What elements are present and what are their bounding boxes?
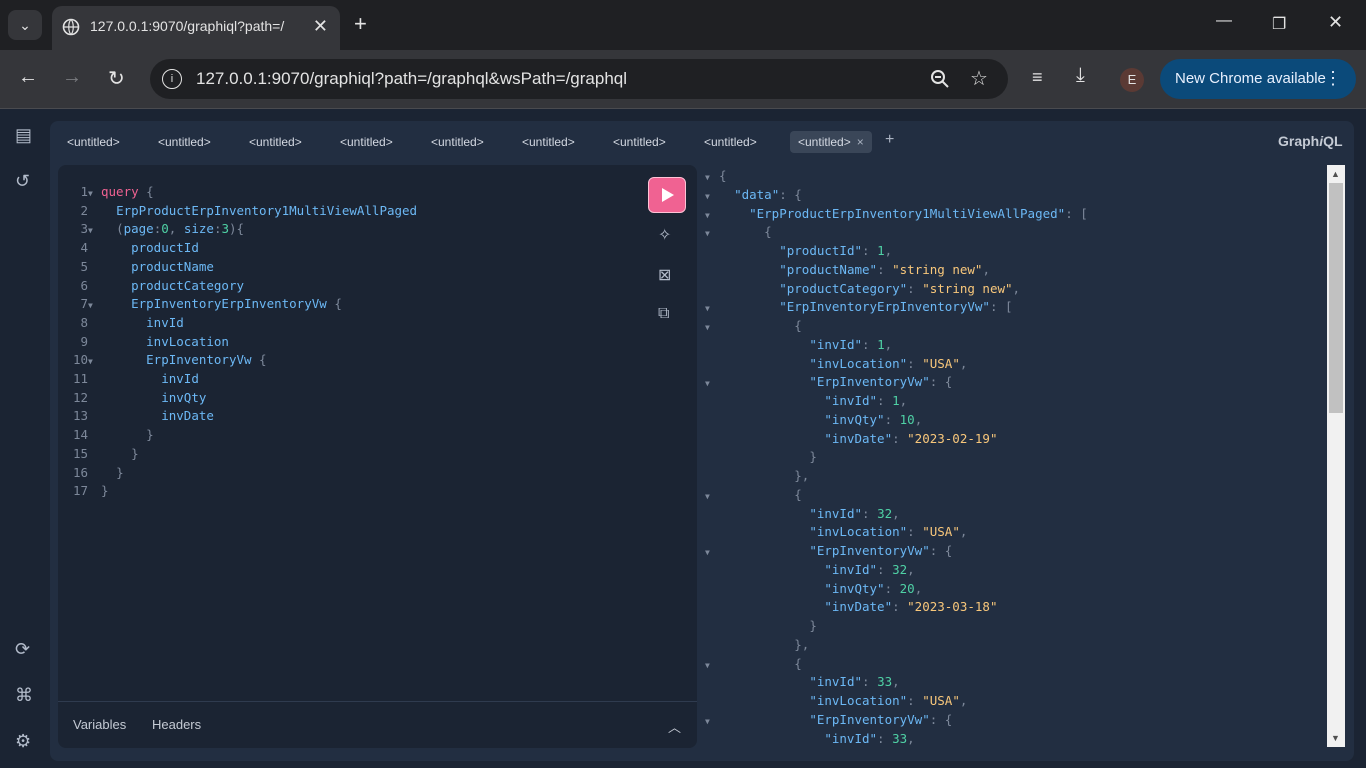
scroll-down-icon[interactable]: ▼ — [1331, 733, 1340, 743]
url-text[interactable]: 127.0.0.1:9070/graphiql?path=/graphql&ws… — [196, 69, 627, 89]
scrollbar-thumb[interactable] — [1329, 183, 1343, 413]
docs-icon[interactable]: ▤ — [15, 125, 32, 146]
chevron-up-icon[interactable]: ︿ — [668, 717, 681, 736]
forward-icon[interactable]: → — [62, 66, 82, 89]
update-chrome-button[interactable]: New Chrome available ⋮ — [1160, 59, 1356, 99]
back-icon[interactable]: ← — [18, 66, 38, 89]
browser-tab-strip: ⌄ 127.0.0.1:9070/graphiql?path=/ ✕ + — ❐… — [0, 0, 1366, 50]
add-tab-icon[interactable]: + — [885, 131, 894, 149]
shortcuts-icon[interactable]: ⌘ — [15, 685, 33, 706]
minimize-icon[interactable]: — — [1216, 12, 1232, 30]
graphiql-logo: GraphiQL — [1278, 133, 1343, 149]
menu-dots-icon[interactable]: ⋮ — [1324, 68, 1342, 89]
browser-toolbar: ← → ↻ i 127.0.0.1:9070/graphiql?path=/gr… — [0, 50, 1366, 109]
media-icon[interactable]: ≡ — [1032, 67, 1043, 88]
tab-untitled-3[interactable]: <untitled> — [241, 131, 310, 153]
tab-untitled-6[interactable]: <untitled> — [514, 131, 583, 153]
star-icon[interactable]: ☆ — [970, 66, 988, 91]
close-tab-icon[interactable]: × — [857, 135, 864, 149]
restore-icon[interactable]: ❐ — [1272, 14, 1286, 34]
tab-title: 127.0.0.1:9070/graphiql?path=/ — [90, 18, 285, 34]
tab-untitled-8[interactable]: <untitled> — [696, 131, 765, 153]
globe-icon — [62, 18, 80, 36]
zoom-icon[interactable] — [930, 69, 950, 89]
settings-icon[interactable]: ⚙ — [15, 731, 31, 752]
query-editor[interactable]: 1▼ query { 2 ErpProductErpInventory1Multi… — [58, 165, 697, 748]
close-icon[interactable]: ✕ — [313, 16, 328, 37]
graphiql-main: <untitled> <untitled> <untitled> <untitl… — [50, 121, 1354, 761]
graphiql-app: ▤ ↺ ⟳ ⌘ ⚙ <untitled> <untitled> <untitle… — [0, 109, 1366, 768]
tab-untitled-4[interactable]: <untitled> — [332, 131, 401, 153]
merge-fragments-icon[interactable]: ⊠ — [658, 265, 671, 285]
graphiql-sidebar: ▤ ↺ ⟳ ⌘ ⚙ — [0, 109, 50, 768]
headers-tab[interactable]: Headers — [152, 717, 201, 732]
plus-icon[interactable]: + — [354, 11, 367, 37]
tab-untitled-7[interactable]: <untitled> — [605, 131, 674, 153]
scroll-up-icon[interactable]: ▲ — [1331, 169, 1340, 179]
variables-tab[interactable]: Variables — [73, 717, 126, 732]
browser-tab[interactable]: 127.0.0.1:9070/graphiql?path=/ ✕ — [52, 6, 340, 50]
window-close-icon[interactable]: ✕ — [1328, 12, 1343, 33]
result-scrollbar[interactable]: ▲ ▼ — [1327, 165, 1345, 747]
tab-untitled-active[interactable]: <untitled> × — [790, 131, 872, 153]
avatar[interactable]: E — [1120, 68, 1144, 92]
info-icon[interactable]: i — [162, 69, 182, 89]
address-bar[interactable]: i 127.0.0.1:9070/graphiql?path=/graphql&… — [150, 59, 1008, 99]
history-icon[interactable]: ↺ — [15, 171, 30, 192]
variables-headers-bar: Variables Headers ︿ — [58, 701, 697, 749]
tab-search-icon[interactable]: ⌄ — [8, 10, 42, 40]
result-viewer: ▼{ ▼ "data": { ▼ "ErpProductErpInventory… — [705, 168, 1088, 746]
copy-query-icon[interactable]: ⧉ — [658, 305, 669, 323]
prettify-icon[interactable]: ✧ — [658, 225, 671, 245]
tab-untitled-2[interactable]: <untitled> — [150, 131, 219, 153]
refetch-schema-icon[interactable]: ⟳ — [15, 639, 30, 660]
tab-untitled-1[interactable]: <untitled> — [59, 131, 128, 153]
download-icon[interactable]: ⤓ — [1076, 64, 1085, 87]
reload-icon[interactable]: ↻ — [108, 66, 125, 91]
tab-untitled-5[interactable]: <untitled> — [423, 131, 492, 153]
execute-query-button[interactable] — [648, 177, 686, 213]
